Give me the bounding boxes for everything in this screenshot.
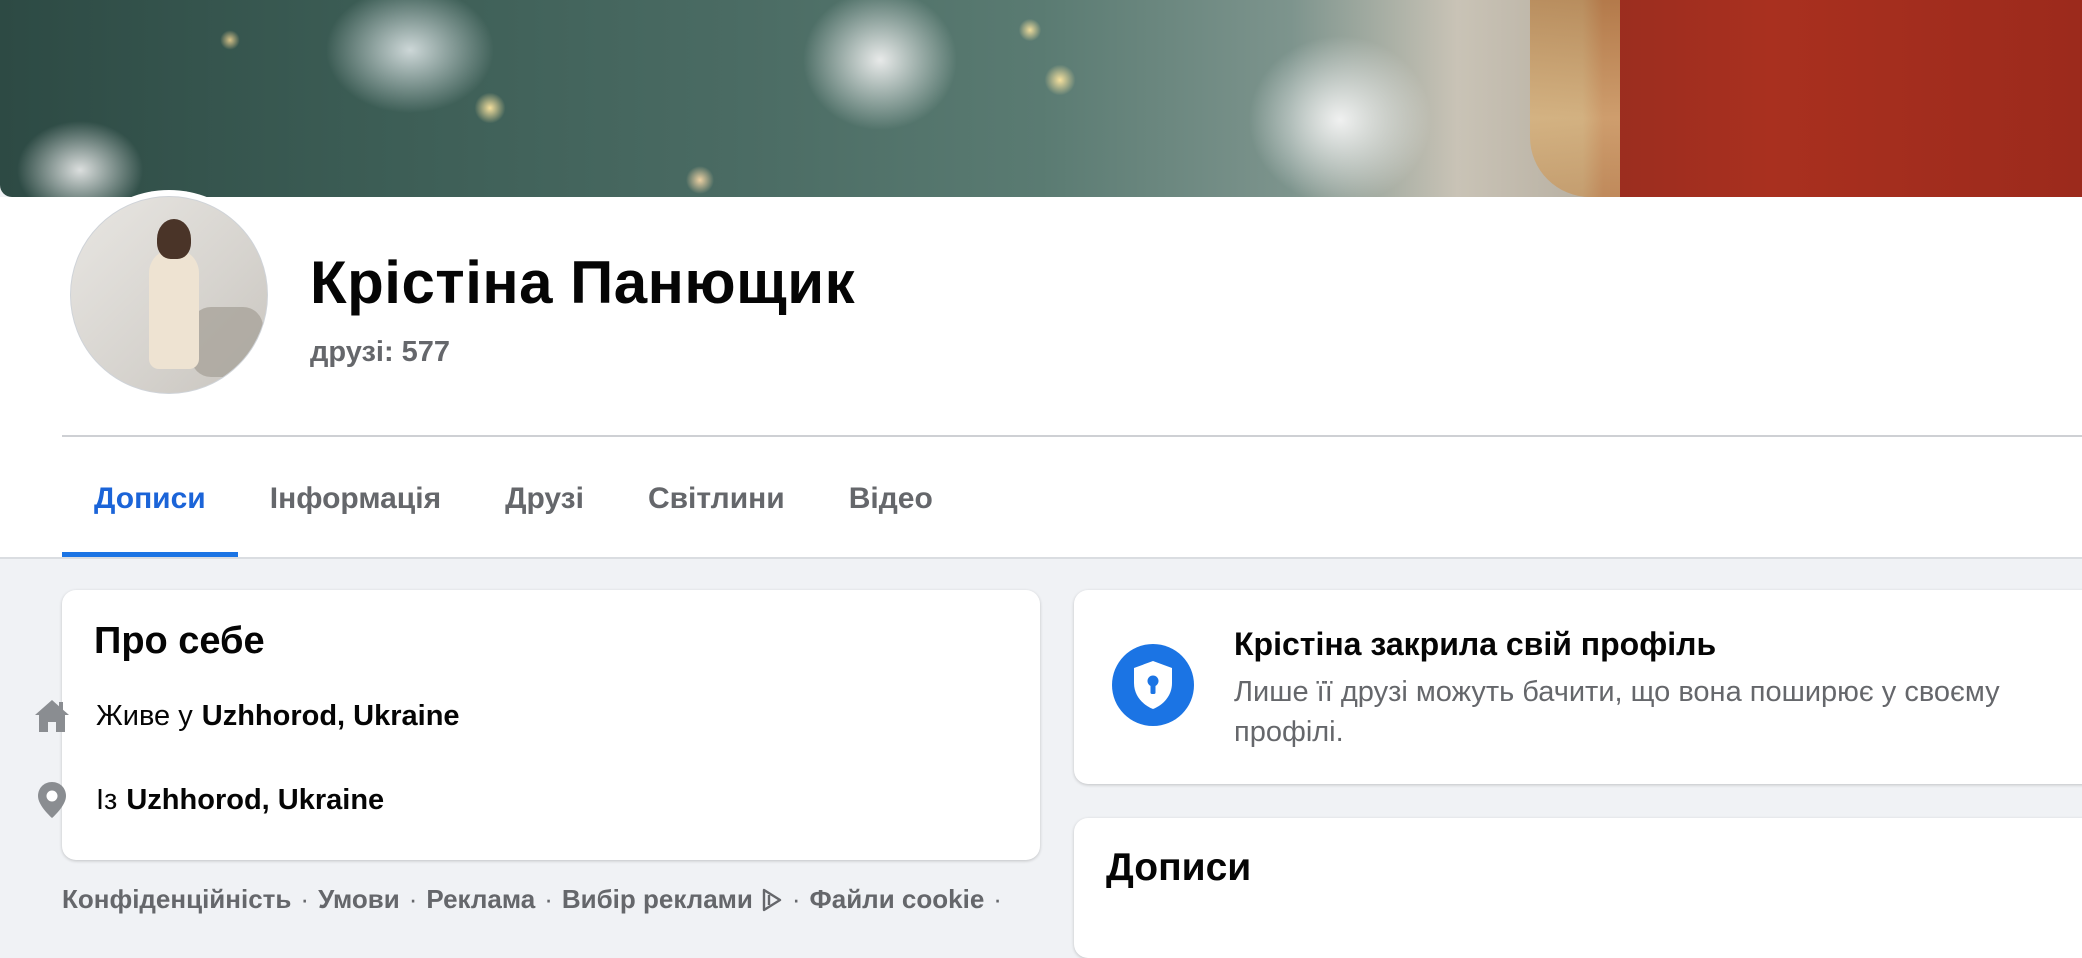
footer-separator: · xyxy=(300,884,310,914)
cover-photo[interactable] xyxy=(0,0,2082,197)
tab-videos[interactable]: Відео xyxy=(817,440,965,558)
locked-profile-title: Крістіна закрила свій профіль xyxy=(1234,626,1717,662)
location-pin-icon xyxy=(32,780,72,820)
header-divider xyxy=(62,435,2082,437)
shield-lock-icon xyxy=(1112,644,1194,726)
avatar-photo xyxy=(70,196,268,394)
footer-privacy-link[interactable]: Конфіденційність xyxy=(62,884,291,915)
from-row: Із Uzhhorod, Ukraine xyxy=(32,780,384,820)
home-icon xyxy=(32,696,72,736)
profile-tabs: Дописи Інформація Друзі Світлини Відео xyxy=(62,440,965,558)
avatar[interactable] xyxy=(64,190,274,400)
cover-photo-detail xyxy=(1530,0,1620,197)
profile-name: Крістіна Панющик xyxy=(310,249,856,316)
footer-separator: · xyxy=(408,884,418,914)
from-place[interactable]: Uzhhorod, Ukraine xyxy=(126,784,384,817)
lives-in-place[interactable]: Uzhhorod, Ukraine xyxy=(202,700,460,733)
posts-title: Дописи xyxy=(1106,846,1252,889)
lives-in-prefix: Живе у xyxy=(96,699,193,732)
tab-posts[interactable]: Дописи xyxy=(62,440,238,558)
friends-count[interactable]: друзі: 577 xyxy=(310,336,450,369)
ad-choices-icon xyxy=(761,888,783,912)
footer-separator: · xyxy=(544,884,553,914)
tab-about[interactable]: Інформація xyxy=(238,440,473,558)
tab-friends[interactable]: Друзі xyxy=(473,440,616,558)
from-prefix: Із xyxy=(96,783,118,816)
locked-profile-description: Лише її друзі можуть бачити, що вона пош… xyxy=(1234,676,2000,748)
footer-links: Конфіденційність · Умови · Реклама · Виб… xyxy=(62,884,1011,915)
footer-separator: · xyxy=(993,884,1002,914)
header-bottom-border xyxy=(0,557,2082,559)
about-title: Про себе xyxy=(94,620,265,662)
tab-photos[interactable]: Світлини xyxy=(616,440,817,558)
footer-advertising-link[interactable]: Реклама xyxy=(426,884,535,915)
lives-in-row: Живе у Uzhhorod, Ukraine xyxy=(32,696,460,736)
footer-separator: · xyxy=(791,884,801,914)
posts-card: Дописи xyxy=(1074,818,2082,958)
footer-ad-choices-link[interactable]: Вибір реклами xyxy=(562,884,753,915)
footer-cookies-link[interactable]: Файли cookie xyxy=(810,884,985,915)
locked-profile-card: Крістіна закрила свій профіль Лише її др… xyxy=(1074,590,2082,784)
footer-terms-link[interactable]: Умови xyxy=(318,884,400,915)
